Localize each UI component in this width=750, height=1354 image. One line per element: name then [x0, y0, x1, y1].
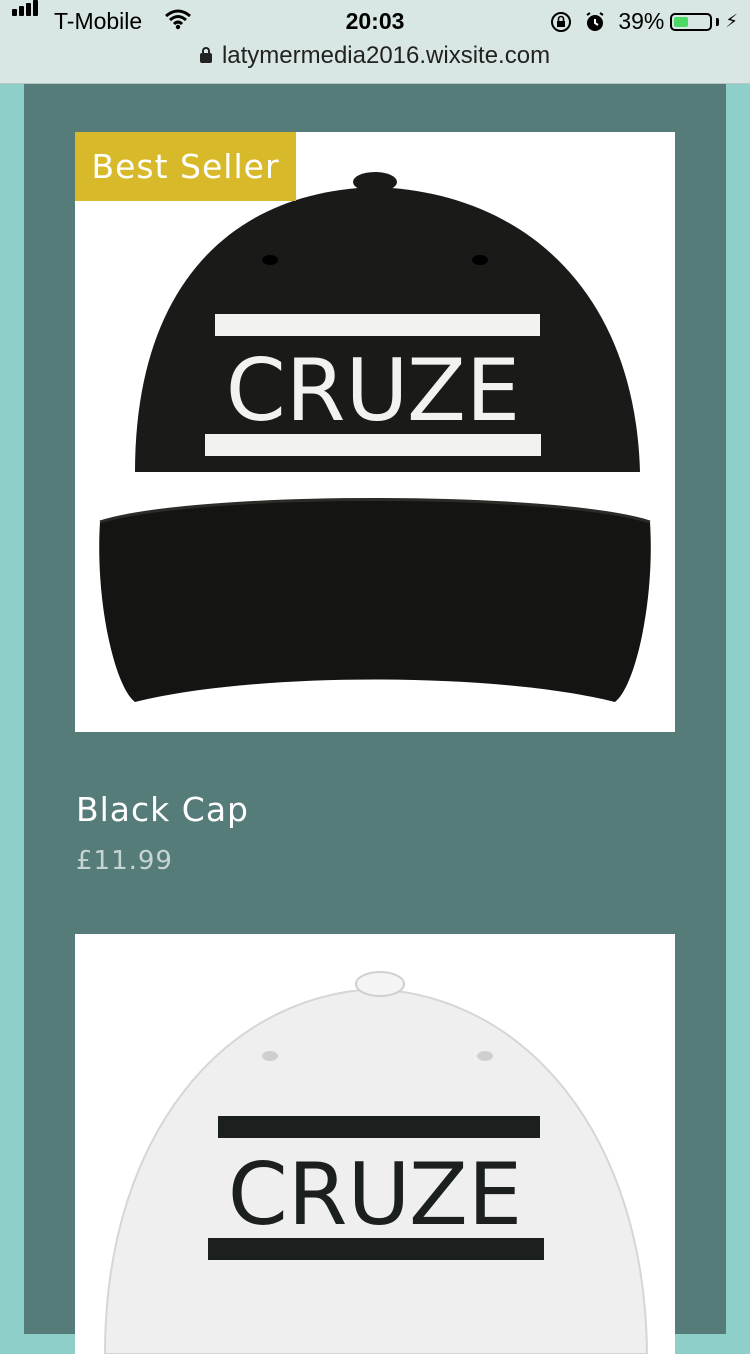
- battery-level: [674, 16, 688, 27]
- product-gallery: CRUZE Best Seller Black Cap £11.99 CRUZE: [24, 84, 726, 1354]
- battery-tip: [716, 17, 720, 26]
- alarm-icon: [584, 11, 606, 33]
- product-price: £11.99: [76, 846, 173, 876]
- white-cap-logo-text: CRUZE: [228, 1145, 523, 1245]
- battery-percentage: 39%: [618, 8, 665, 34]
- black-cap-logo-text: CRUZE: [226, 341, 521, 441]
- charging-bolt-icon: ⚡︎: [725, 11, 738, 31]
- white-cap-illustration: CRUZE: [103, 971, 649, 1354]
- product-name[interactable]: Black Cap: [76, 790, 249, 829]
- best-seller-badge: Best Seller: [75, 132, 296, 201]
- rotation-lock-icon: [550, 11, 572, 33]
- lock-icon: [199, 47, 212, 63]
- product-image-white-cap[interactable]: CRUZE: [75, 934, 675, 1354]
- url-text: latymermedia2016.wixsite.com: [221, 42, 551, 69]
- address-bar[interactable]: latymermedia2016.wixsite.com: [0, 40, 750, 72]
- product-image-black-cap[interactable]: CRUZE Best Seller: [75, 132, 675, 732]
- battery-icon: [670, 12, 713, 31]
- black-cap-illustration: CRUZE: [99, 172, 651, 702]
- status-bar: T-Mobile 20:03 39% ⚡︎ latymermedia2016.w…: [0, 0, 750, 84]
